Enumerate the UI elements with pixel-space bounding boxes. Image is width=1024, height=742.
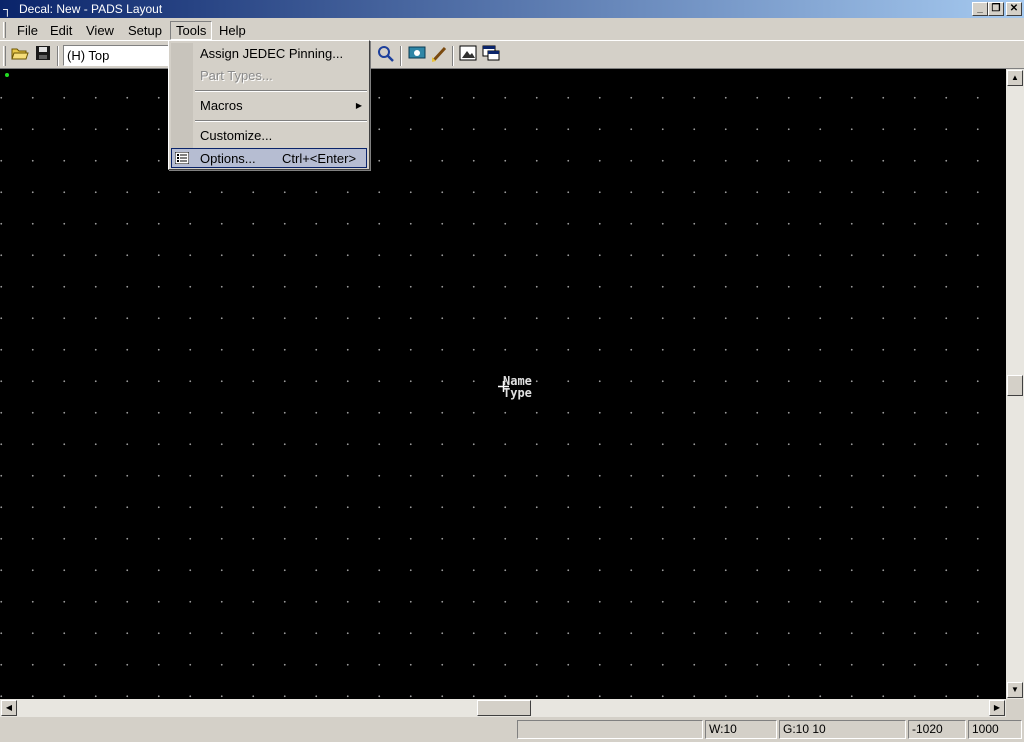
toolbar-separator [57,46,59,66]
origin-marker [5,73,9,77]
vertical-scrollbar[interactable]: ▲ ▼ [1006,69,1024,699]
close-button[interactable]: ✕ [1006,2,1022,16]
view-icon[interactable] [406,45,428,67]
scroll-right-icon[interactable]: ▶ [989,700,1005,716]
menu-item-options[interactable]: Options... Ctrl+<Enter> [171,148,367,168]
menu-help[interactable]: Help [214,21,251,40]
menu-bar: File Edit View Setup Tools Help [0,18,1024,41]
window-icon[interactable] [480,45,502,67]
status-x-coordinate: -1020 [908,720,966,739]
menu-view[interactable]: View [81,21,119,40]
horizontal-scrollbar[interactable]: ◀ ▶ [0,699,1006,717]
image-icon[interactable] [457,45,479,67]
menubar-grip [3,22,6,38]
drawing-canvas[interactable]: Name Type [0,69,1006,699]
menu-edit[interactable]: Edit [45,21,77,40]
tools-menu: Assign JEDEC Pinning... Part Types... Ma… [168,40,370,170]
pads-icon: ┐ [3,2,12,16]
save-icon[interactable] [32,45,54,67]
title-bar: ┐ Decal: New - PADS Layout _ ❐ ✕ [0,0,1024,18]
menu-separator [195,90,367,92]
menu-tools[interactable]: Tools [170,21,213,40]
status-grid: G:10 10 [779,720,906,739]
restore-button[interactable]: ❐ [988,2,1004,16]
brush-icon[interactable] [428,45,450,67]
status-width: W:10 [705,720,777,739]
decal-type-label: Type [503,386,532,400]
menu-item-part-types: Part Types... [200,68,273,83]
horizontal-scroll-thumb[interactable] [477,700,531,716]
menu-item-customize[interactable]: Customize... [171,126,367,146]
layer-combo[interactable]: (H) Top [63,45,173,66]
menu-item-macros[interactable]: Macros ▶ [171,96,367,116]
scroll-up-icon[interactable]: ▲ [1007,70,1023,86]
window-title: Decal: New - PADS Layout [19,2,163,16]
zoom-icon[interactable] [375,45,397,67]
scroll-down-icon[interactable]: ▼ [1007,682,1023,698]
status-bar: W:10 G:10 10 -1020 1000 [0,717,1024,742]
menu-file[interactable]: File [12,21,43,40]
menu-setup[interactable]: Setup [123,21,167,40]
minimize-button[interactable]: _ [972,2,988,16]
status-y-coordinate: 1000 [968,720,1022,739]
options-list-icon [175,152,189,164]
toolbar: (H) Top [0,42,1024,69]
open-icon[interactable] [9,45,31,67]
menu-item-assign-jedec-pinning[interactable]: Assign JEDEC Pinning... [171,44,367,64]
submenu-arrow-icon: ▶ [355,101,362,110]
toolbar-separator [452,46,454,66]
menu-separator [195,120,367,122]
toolbar-separator [400,46,402,66]
status-message-panel [517,720,703,739]
scroll-left-icon[interactable]: ◀ [1,700,17,716]
options-shortcut: Ctrl+<Enter> [282,151,357,166]
scrollbar-corner [1006,699,1024,717]
vertical-scroll-thumb[interactable] [1007,375,1023,396]
toolbar-grip [3,46,6,66]
